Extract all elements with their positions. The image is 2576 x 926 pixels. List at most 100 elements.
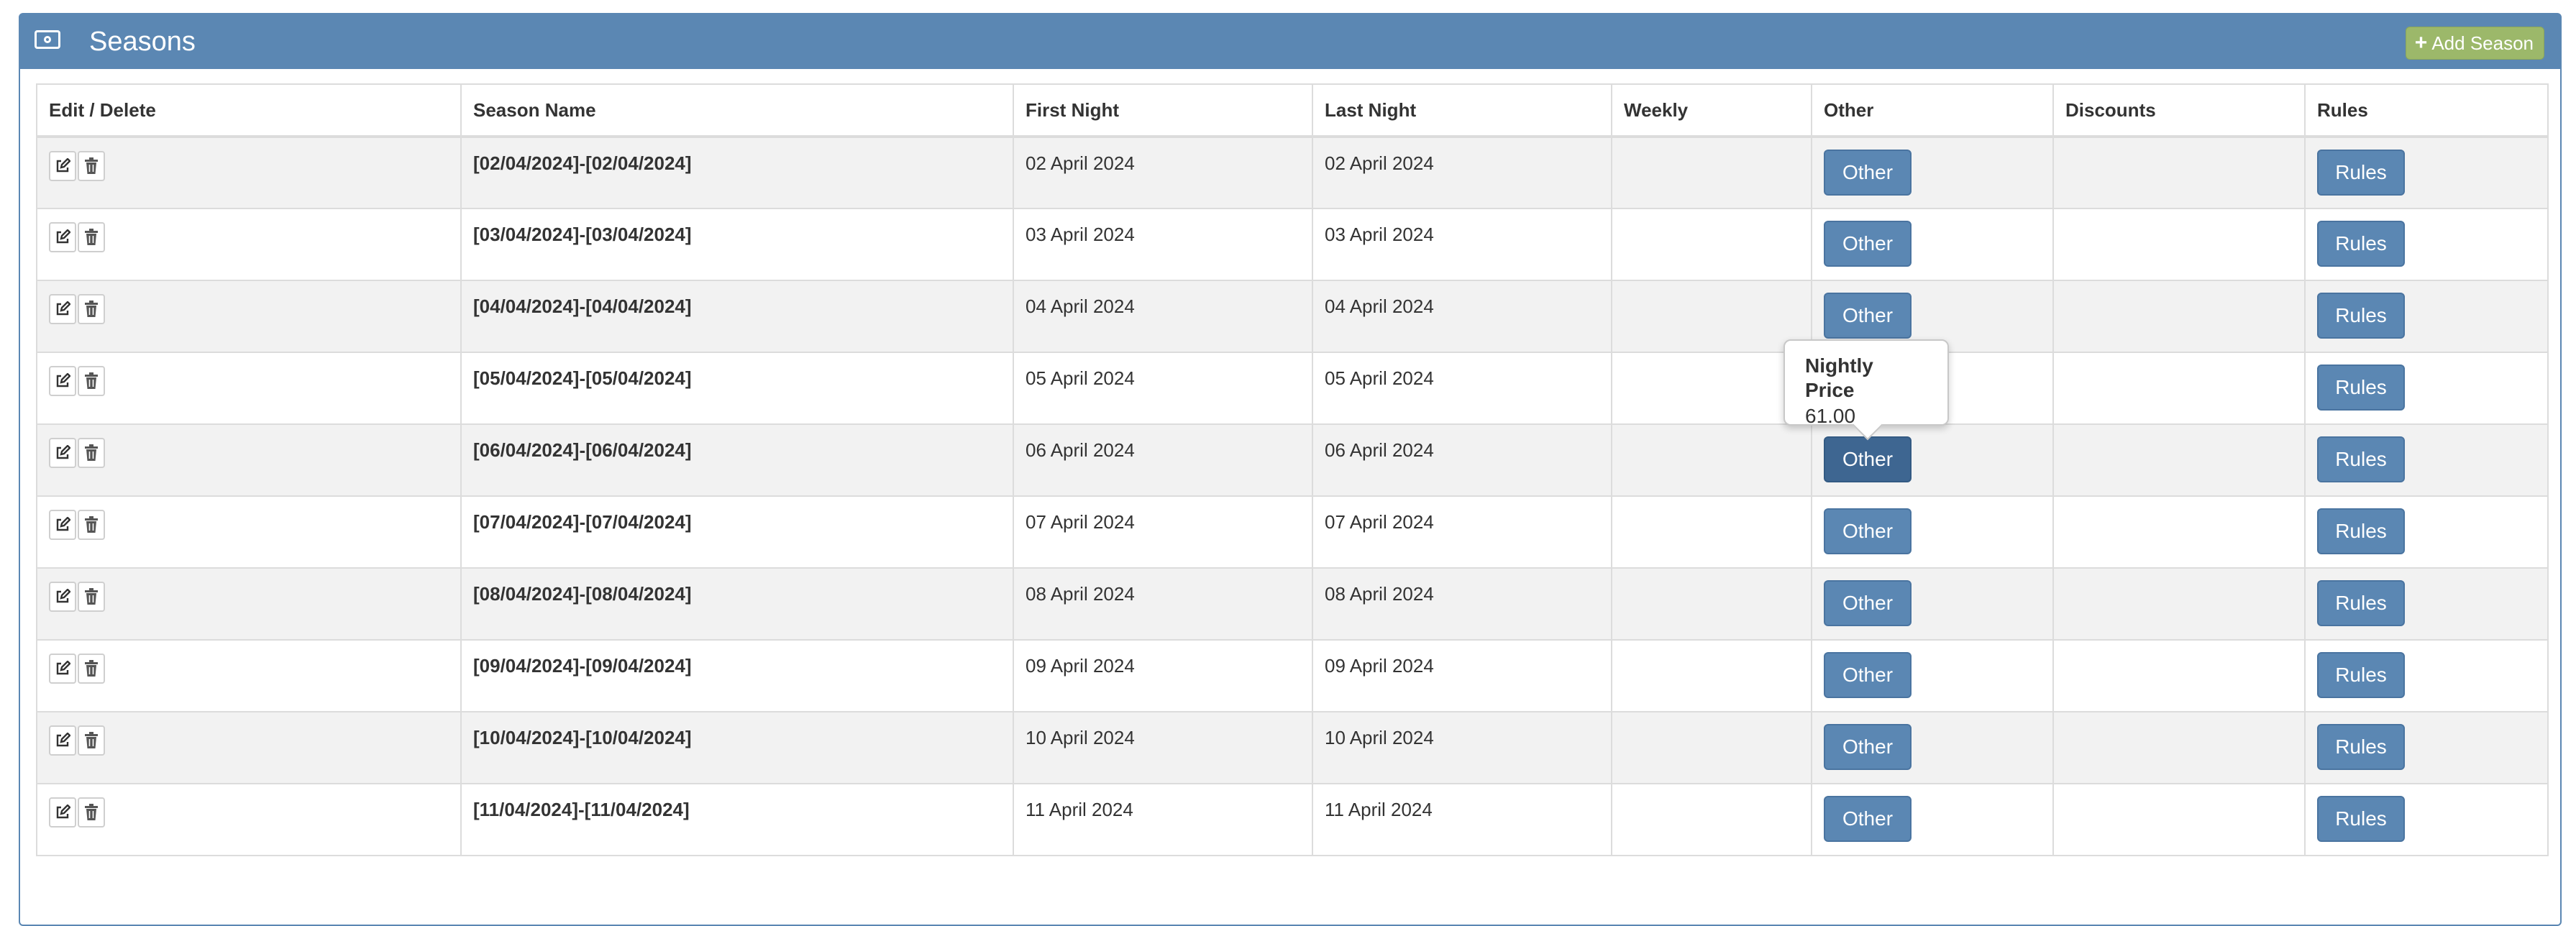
last-night: 08 April 2024 (1312, 567, 1612, 641)
rules-button[interactable]: Rules (2317, 724, 2405, 770)
seasons-panel: Seasons + Add Season Edit / Delete Seaso… (19, 13, 2562, 926)
rules-button[interactable]: Rules (2317, 150, 2405, 196)
tooltip-title: Nightly Price (1805, 354, 1873, 401)
header-first-night: First Night (1013, 83, 1313, 138)
edit-icon[interactable] (49, 582, 76, 612)
weekly-cell (1611, 280, 1812, 353)
first-night: 09 April 2024 (1013, 639, 1313, 712)
discounts-cell (2052, 136, 2306, 209)
rules-cell: Rules (2304, 567, 2549, 641)
trash-icon[interactable] (78, 151, 105, 181)
discounts-cell (2052, 423, 2306, 497)
rules-button[interactable]: Rules (2317, 796, 2405, 842)
trash-icon[interactable] (78, 725, 105, 756)
edit-icon[interactable] (49, 725, 76, 756)
trash-icon[interactable] (78, 222, 105, 252)
last-night: 03 April 2024 (1312, 208, 1612, 281)
season-name: [10/04/2024]-[10/04/2024] (460, 711, 1014, 784)
trash-icon[interactable] (78, 797, 105, 828)
season-name: [05/04/2024]-[05/04/2024] (460, 352, 1014, 425)
rules-button[interactable]: Rules (2317, 508, 2405, 554)
trash-icon[interactable] (78, 510, 105, 540)
edit-delete-cell (36, 208, 462, 281)
table-row: [02/04/2024]-[02/04/2024] 02 April 2024 02… (36, 136, 2549, 209)
weekly-cell (1611, 639, 1812, 712)
seasons-table: Edit / Delete Season Name First Night La… (36, 83, 2549, 856)
edit-icon[interactable] (49, 366, 76, 396)
trash-icon[interactable] (78, 294, 105, 324)
discounts-cell (2052, 783, 2306, 856)
weekly-cell (1611, 783, 1812, 856)
trash-icon[interactable] (78, 366, 105, 396)
rules-button[interactable]: Rules (2317, 436, 2405, 482)
weekly-cell (1611, 567, 1812, 641)
discounts-cell (2052, 567, 2306, 641)
first-night: 10 April 2024 (1013, 711, 1313, 784)
other-cell: Other (1811, 495, 2054, 569)
edit-delete-cell (36, 567, 462, 641)
header-other: Other (1811, 83, 2054, 138)
other-button[interactable]: Other (1824, 724, 1912, 770)
edit-icon[interactable] (49, 797, 76, 828)
trash-icon[interactable] (78, 438, 105, 468)
first-night: 05 April 2024 (1013, 352, 1313, 425)
trash-icon[interactable] (78, 654, 105, 684)
rules-button[interactable]: Rules (2317, 580, 2405, 626)
rules-button[interactable]: Rules (2317, 293, 2405, 339)
other-button[interactable]: Other (1824, 221, 1912, 267)
other-button[interactable]: Other (1824, 652, 1912, 698)
edit-delete-cell (36, 423, 462, 497)
edit-icon[interactable] (49, 222, 76, 252)
header-season-name: Season Name (460, 83, 1014, 138)
nightly-price-tooltip: Nightly Price 61.00 (1783, 339, 1949, 441)
season-name: [06/04/2024]-[06/04/2024] (460, 423, 1014, 497)
edit-icon[interactable] (49, 510, 76, 540)
other-button[interactable]: Other (1824, 150, 1912, 196)
edit-delete-cell (36, 783, 462, 856)
table-row: [03/04/2024]-[03/04/2024] 03 April 2024 03… (36, 208, 2549, 281)
table-row: [06/04/2024]-[06/04/2024] 06 April 2024 06… (36, 423, 2549, 497)
table-row: [09/04/2024]-[09/04/2024] 09 April 2024 09… (36, 639, 2549, 712)
season-name: [11/04/2024]-[11/04/2024] (460, 783, 1014, 856)
rules-cell: Rules (2304, 280, 2549, 353)
money-icon (35, 30, 60, 49)
season-name: [08/04/2024]-[08/04/2024] (460, 567, 1014, 641)
rules-cell: Rules (2304, 136, 2549, 209)
rules-button[interactable]: Rules (2317, 365, 2405, 411)
rules-button[interactable]: Rules (2317, 652, 2405, 698)
other-button[interactable]: Other (1824, 436, 1912, 482)
season-name: [04/04/2024]-[04/04/2024] (460, 280, 1014, 353)
other-button[interactable]: Other (1824, 508, 1912, 554)
add-season-button[interactable]: + Add Season (2405, 27, 2544, 60)
table-row: [10/04/2024]-[10/04/2024] 10 April 2024 10… (36, 711, 2549, 784)
edit-icon[interactable] (49, 294, 76, 324)
last-night: 02 April 2024 (1312, 136, 1612, 209)
edit-icon[interactable] (49, 654, 76, 684)
last-night: 05 April 2024 (1312, 352, 1612, 425)
other-button[interactable]: Other (1824, 293, 1912, 339)
discounts-cell (2052, 352, 2306, 425)
table-row: [07/04/2024]-[07/04/2024] 07 April 2024 07… (36, 495, 2549, 569)
edit-icon[interactable] (49, 151, 76, 181)
header-last-night: Last Night (1312, 83, 1612, 138)
header-discounts: Discounts (2052, 83, 2306, 138)
trash-icon[interactable] (78, 582, 105, 612)
first-night: 08 April 2024 (1013, 567, 1313, 641)
other-cell: Other (1811, 783, 2054, 856)
rules-button[interactable]: Rules (2317, 221, 2405, 267)
rules-cell: Rules (2304, 423, 2549, 497)
first-night: 03 April 2024 (1013, 208, 1313, 281)
weekly-cell (1611, 136, 1812, 209)
weekly-cell (1611, 495, 1812, 569)
discounts-cell (2052, 208, 2306, 281)
add-season-label: Add Season (2431, 32, 2534, 54)
discounts-cell (2052, 280, 2306, 353)
first-night: 07 April 2024 (1013, 495, 1313, 569)
last-night: 10 April 2024 (1312, 711, 1612, 784)
edit-delete-cell (36, 352, 462, 425)
other-button[interactable]: Other (1824, 580, 1912, 626)
rules-cell: Rules (2304, 352, 2549, 425)
last-night: 11 April 2024 (1312, 783, 1612, 856)
edit-icon[interactable] (49, 438, 76, 468)
other-button[interactable]: Other (1824, 796, 1912, 842)
